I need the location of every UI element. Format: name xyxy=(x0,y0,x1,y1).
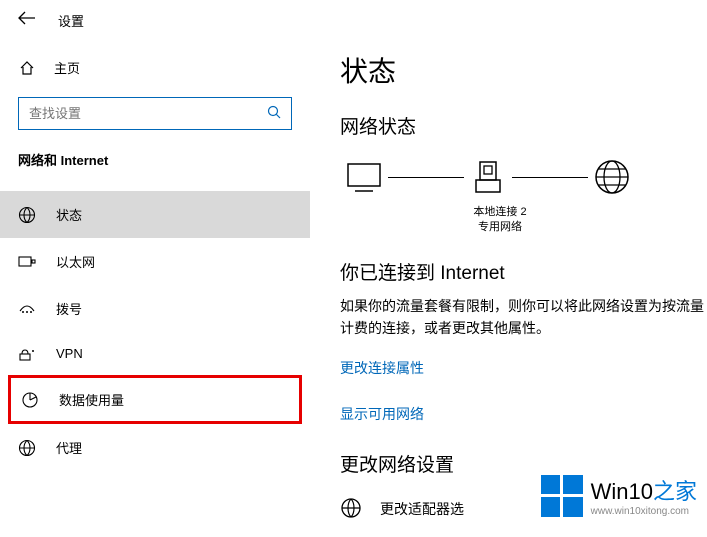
search-input[interactable] xyxy=(29,106,243,121)
ethernet-icon xyxy=(18,255,36,269)
show-available-networks-link[interactable]: 显示可用网络 xyxy=(340,404,424,424)
nav-label: 拨号 xyxy=(56,299,82,318)
nav-item-status[interactable]: 状态 xyxy=(0,191,310,238)
change-network-settings-title: 更改网络设置 xyxy=(340,450,707,477)
home-icon xyxy=(18,60,36,76)
globe-icon xyxy=(592,157,632,197)
nav-item-proxy[interactable]: 代理 xyxy=(0,424,310,471)
router-icon xyxy=(468,157,508,197)
highlight-box: 数据使用量 xyxy=(8,375,302,424)
nav-item-ethernet[interactable]: 以太网 xyxy=(0,238,310,285)
watermark: Win10之家 www.win10xitong.com xyxy=(541,474,697,517)
page-title: 状态 xyxy=(340,50,707,90)
watermark-brand: Win10之家 xyxy=(591,474,697,506)
connection-line xyxy=(388,177,464,178)
nav-label: VPN xyxy=(56,346,83,361)
network-diagram xyxy=(344,157,707,197)
data-usage-icon xyxy=(21,391,39,409)
home-link[interactable]: 主页 xyxy=(0,48,310,87)
proxy-icon xyxy=(18,439,36,457)
nav-item-data-usage[interactable]: 数据使用量 xyxy=(11,378,299,421)
window-title: 设置 xyxy=(58,11,84,30)
connected-text: 如果你的流量套餐有限制，则你可以将此网络设置为按流量计费的连接，或者更改其他属性… xyxy=(340,295,707,340)
nav-label: 数据使用量 xyxy=(59,390,124,409)
search-box[interactable] xyxy=(18,97,292,130)
connected-heading: 你已连接到 Internet xyxy=(340,258,707,285)
nav-item-vpn[interactable]: VPN xyxy=(0,332,310,375)
home-label: 主页 xyxy=(54,58,80,77)
connection-line xyxy=(512,177,588,178)
vpn-icon xyxy=(18,347,36,361)
main-content: 状态 网络状态 本地连接 2 专用网络 你已连接到 Internet 如果你的流… xyxy=(310,40,707,537)
nav-item-dialup[interactable]: 拨号 xyxy=(0,285,310,332)
sidebar: 主页 网络和 Internet 状态 以太网 xyxy=(0,40,310,537)
adapter-label: 更改适配器选 xyxy=(380,499,464,519)
status-icon xyxy=(18,206,36,224)
nav-label: 状态 xyxy=(56,205,82,224)
nav-label: 代理 xyxy=(56,438,82,457)
network-status-title: 网络状态 xyxy=(340,112,707,139)
windows-logo-icon xyxy=(541,475,583,517)
nav-list: 状态 以太网 拨号 VPN xyxy=(0,191,310,471)
search-icon xyxy=(267,105,281,122)
connection-name: 本地连接 2 xyxy=(450,205,550,220)
back-button[interactable] xyxy=(18,11,36,30)
category-heading: 网络和 Internet xyxy=(0,130,310,177)
computer-icon xyxy=(344,157,384,197)
dialup-icon xyxy=(18,303,36,315)
connection-caption: 本地连接 2 专用网络 xyxy=(450,205,550,236)
connection-type: 专用网络 xyxy=(450,220,550,235)
adapter-icon xyxy=(340,497,362,522)
change-connection-properties-link[interactable]: 更改连接属性 xyxy=(340,358,424,378)
watermark-url: www.win10xitong.com xyxy=(591,506,697,517)
nav-label: 以太网 xyxy=(56,252,95,271)
